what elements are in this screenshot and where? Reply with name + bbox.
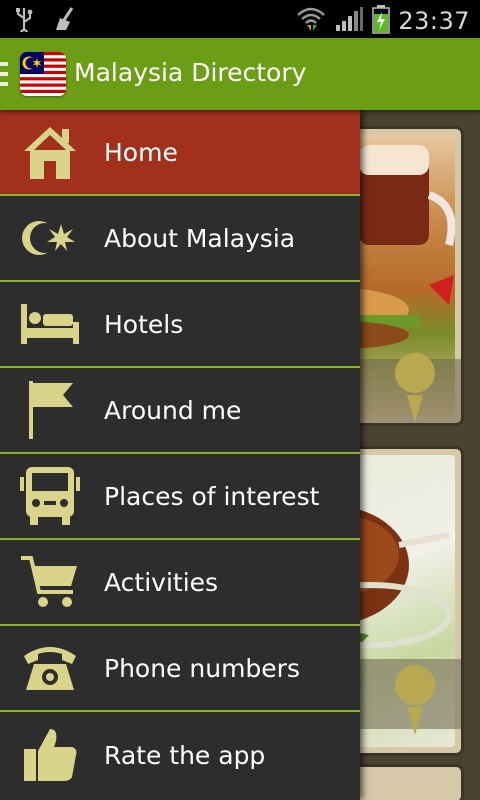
drawer-item-activities[interactable]: Activities bbox=[0, 540, 360, 626]
action-bar: Malaysia Directory bbox=[0, 38, 480, 110]
drawer-item-label: Around me bbox=[104, 395, 242, 425]
battery-icon bbox=[372, 4, 391, 38]
drawer-item-label: Places of interest bbox=[104, 481, 320, 511]
drawer-item-label: Phone numbers bbox=[104, 653, 300, 683]
malaysia-flag-icon[interactable] bbox=[20, 52, 66, 96]
status-bar: 23:37 bbox=[0, 0, 480, 38]
drawer-item-rate-the-app[interactable]: Rate the app bbox=[0, 712, 360, 798]
bus-icon bbox=[16, 463, 84, 529]
map-pin-icon[interactable] bbox=[393, 351, 437, 423]
cart-icon bbox=[16, 549, 84, 615]
status-clock: 23:37 bbox=[398, 7, 470, 35]
phone-icon bbox=[16, 635, 84, 701]
home-icon bbox=[16, 119, 84, 185]
drawer-item-home[interactable]: Home bbox=[0, 110, 360, 196]
drawer-item-phone-numbers[interactable]: Phone numbers bbox=[0, 626, 360, 712]
drawer-item-hotels[interactable]: Hotels bbox=[0, 282, 360, 368]
thumbs-up-icon bbox=[16, 722, 84, 788]
drawer-item-label: About Malaysia bbox=[104, 223, 296, 253]
flag-icon bbox=[16, 377, 84, 443]
drawer-item-label: Home bbox=[104, 137, 178, 167]
cleaner-icon bbox=[52, 6, 78, 36]
wifi-icon bbox=[296, 5, 326, 37]
navigation-drawer: Home About Malaysia Hotels Around me Pla… bbox=[0, 110, 360, 800]
drawer-item-about-malaysia[interactable]: About Malaysia bbox=[0, 196, 360, 282]
signal-icon bbox=[334, 5, 364, 37]
drawer-toggle-icon[interactable] bbox=[0, 62, 8, 86]
drawer-item-places-of-interest[interactable]: Places of interest bbox=[0, 454, 360, 540]
bed-icon bbox=[16, 291, 84, 357]
usb-icon bbox=[14, 6, 34, 38]
map-pin-icon[interactable] bbox=[393, 663, 437, 741]
drawer-item-around-me[interactable]: Around me bbox=[0, 368, 360, 454]
crescent-star-icon bbox=[16, 205, 84, 271]
app-title: Malaysia Directory bbox=[74, 58, 307, 87]
drawer-item-label: Hotels bbox=[104, 309, 184, 339]
drawer-item-label: Rate the app bbox=[104, 740, 266, 770]
drawer-item-label: Activities bbox=[104, 567, 219, 597]
